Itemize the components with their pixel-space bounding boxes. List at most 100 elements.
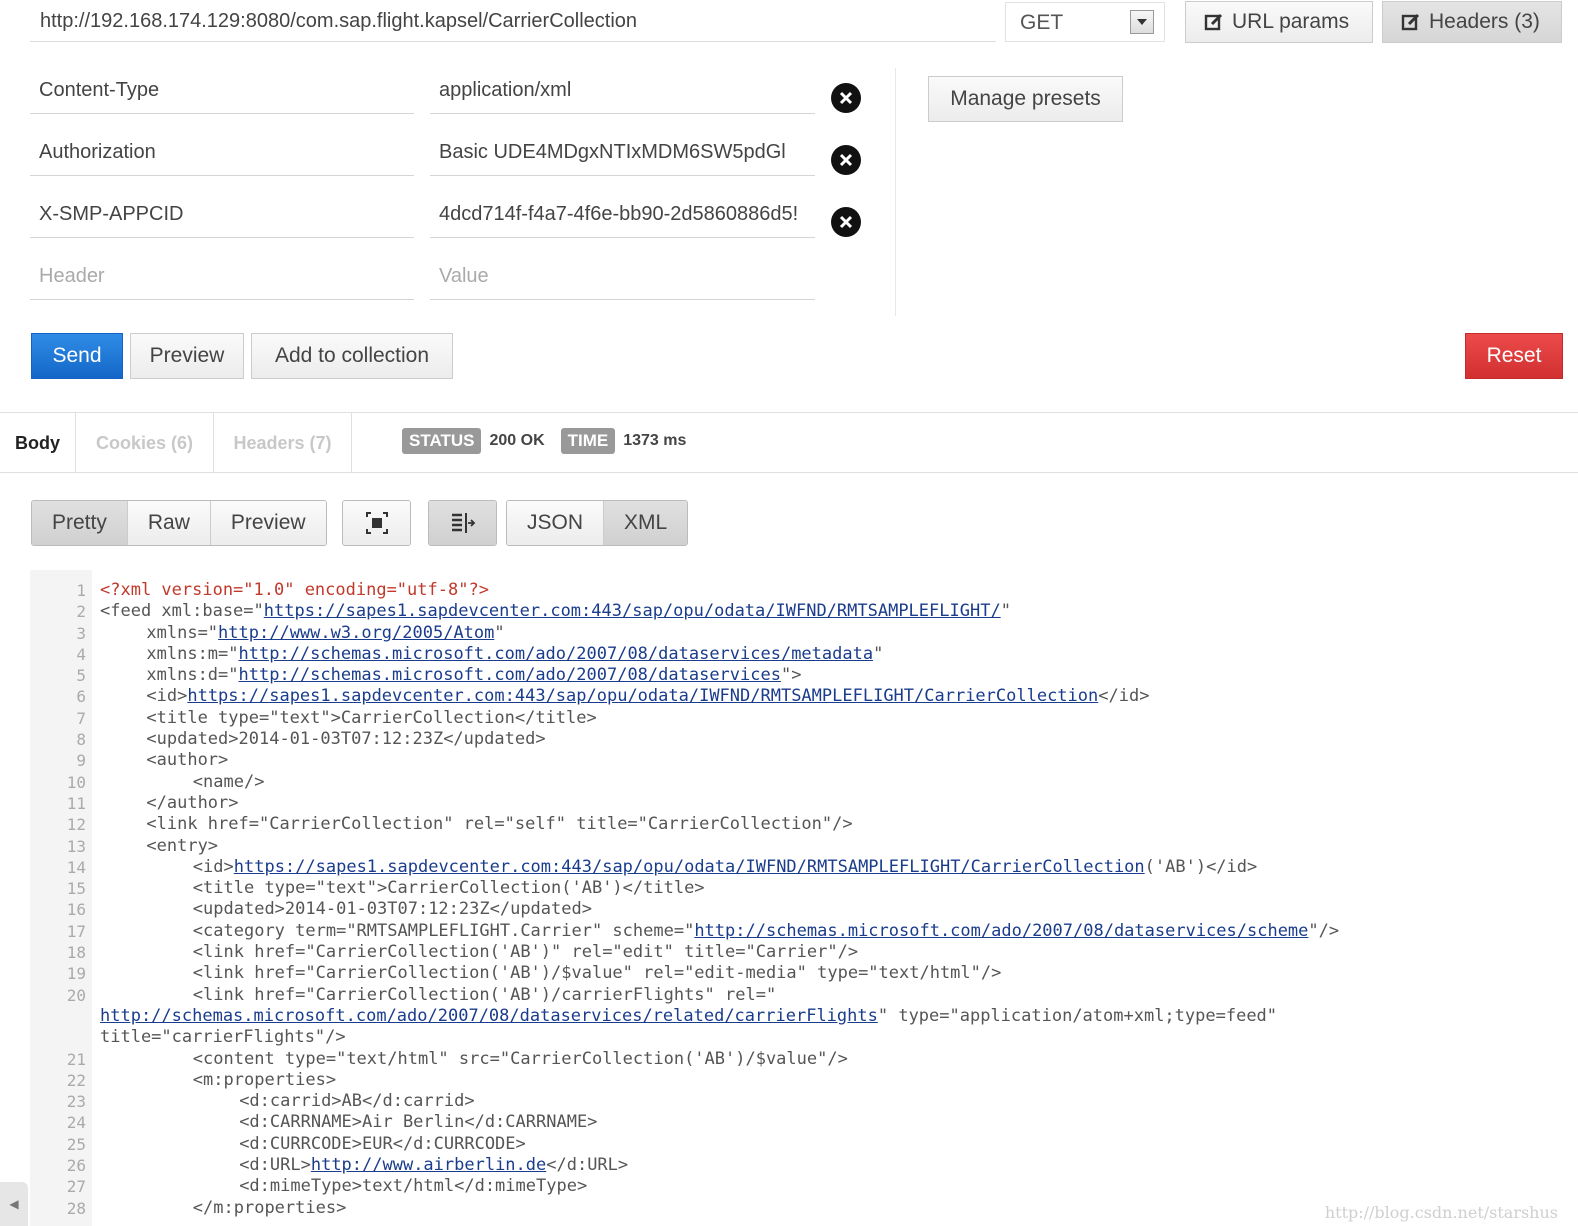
line-number: 16 [66, 900, 86, 920]
edit-icon [1204, 13, 1223, 31]
code-line: 18 <link href="CarrierCollection('AB')" r… [30, 942, 1578, 963]
chevron-down-icon[interactable] [1130, 10, 1154, 34]
method-select[interactable]: GET [1005, 2, 1165, 42]
new-header-value-field[interactable]: Value [430, 254, 815, 300]
line-number: 18 [66, 943, 86, 963]
code-token: <link href="CarrierCollection('AB')/$val… [192, 963, 1002, 984]
json-button[interactable]: JSON [507, 501, 605, 545]
status-value: 200 OK [489, 432, 545, 449]
code-token: <title type="text">CarrierCollection('AB… [192, 878, 705, 899]
code-text: <content type="text/html" src="CarrierCo… [100, 1049, 848, 1070]
scroll-left-button[interactable]: ◀ [0, 1182, 28, 1226]
manage-presets-button[interactable]: Manage presets [928, 76, 1123, 122]
response-code[interactable]: 1 <?xml version="1.0" encoding="utf-8"?> 2… [30, 580, 1578, 1219]
code-link[interactable]: http://schemas.microsoft.com/ado/2007/08… [239, 665, 781, 685]
code-token: <entry> [146, 835, 219, 856]
url-input[interactable] [30, 2, 996, 42]
code-text: title="carrierFlights"/> [100, 1027, 346, 1048]
code-line: 1 <?xml version="1.0" encoding="utf-8"?> [30, 580, 1578, 601]
header-key-field[interactable]: X-SMP-APPCID [30, 192, 414, 238]
chevron-left-icon: ◀ [9, 1197, 19, 1211]
code-link[interactable]: http://schemas.microsoft.com/ado/2007/08… [239, 644, 874, 664]
view-mode-group: Pretty Raw Preview [31, 500, 327, 546]
xml-button[interactable]: XML [604, 501, 688, 545]
code-token: "> [780, 665, 802, 686]
code-line: 8 <updated>2014-01-03T07:12:23Z</updated> [30, 729, 1578, 750]
line-number: 13 [66, 836, 86, 856]
remove-header-button[interactable] [831, 83, 861, 113]
preview-view-button[interactable]: Preview [210, 501, 326, 545]
line-number: 25 [66, 1134, 86, 1154]
header-key-field[interactable]: Content-Type [30, 68, 414, 114]
time-value: 1373 ms [623, 432, 687, 449]
code-text: <d:CURRCODE>EUR</d:CURRCODE> [100, 1134, 526, 1155]
fullscreen-button[interactable] [343, 501, 410, 545]
code-token: <category term="RMTSAMPLEFLIGHT.Carrier"… [192, 920, 695, 941]
code-token: <updated>2014-01-03T07:12:23Z</updated> [146, 729, 546, 750]
tab-body[interactable]: Body [0, 413, 76, 473]
edit-icon [1401, 13, 1420, 31]
code-token: <d:CURRCODE>EUR</d:CURRCODE> [239, 1133, 526, 1154]
code-token: " [494, 622, 505, 643]
line-number: 7 [76, 708, 86, 728]
code-line: 12 <link href="CarrierCollection" rel="se… [30, 814, 1578, 835]
pretty-button[interactable]: Pretty [32, 501, 128, 545]
code-line: 23 <d:carrid>AB</d:carrid> [30, 1091, 1578, 1112]
close-icon [839, 215, 853, 229]
header-value-field[interactable]: application/xml [430, 68, 815, 114]
add-to-collection-button[interactable]: Add to collection [251, 333, 453, 379]
remove-header-button[interactable] [831, 207, 861, 237]
code-link[interactable]: http://schemas.microsoft.com/ado/2007/08… [694, 921, 1308, 941]
code-token: <content type="text/html" src="CarrierCo… [192, 1048, 848, 1069]
send-button[interactable]: Send [31, 333, 123, 379]
header-key-field[interactable]: Authorization [30, 130, 414, 176]
code-line: 22 <m:properties> [30, 1070, 1578, 1091]
code-text: <link href="CarrierCollection('AB')/$val… [100, 963, 1002, 984]
line-number: 23 [66, 1092, 86, 1112]
code-link[interactable]: http://www.w3.org/2005/Atom [218, 623, 494, 643]
reset-button[interactable]: Reset [1465, 333, 1563, 379]
url-params-button[interactable]: URL params [1185, 1, 1373, 43]
line-number: 26 [66, 1156, 86, 1176]
code-text: <d:CARRNAME>Air Berlin</d:CARRNAME> [100, 1112, 597, 1133]
code-text: <d:mimeType>text/html</d:mimeType> [100, 1176, 587, 1197]
preview-button[interactable]: Preview [130, 333, 244, 379]
code-link[interactable]: http://www.airberlin.de [311, 1155, 546, 1175]
code-line: 10 <name/> [30, 772, 1578, 793]
code-token: "/> [1308, 920, 1340, 941]
remove-header-button[interactable] [831, 145, 861, 175]
code-line: 3 xmlns="http://www.w3.org/2005/Atom" [30, 623, 1578, 644]
code-text: <link href="CarrierCollection('AB')" rel… [100, 942, 858, 963]
code-line: 25 <d:CURRCODE>EUR</d:CURRCODE> [30, 1134, 1578, 1155]
header-value-field[interactable]: Basic UDE4MDgxNTIxMDM6SW5pdGl [430, 130, 815, 176]
code-text: </m:properties> [100, 1198, 347, 1219]
code-token: <d:mimeType>text/html</d:mimeType> [239, 1176, 588, 1197]
code-line: 4 xmlns:m="http://schemas.microsoft.com/a… [30, 644, 1578, 665]
code-text: <link href="CarrierCollection('AB')/carr… [100, 985, 776, 1006]
code-link[interactable]: https://sapes1.sapdevcenter.com:443/sap/… [187, 686, 1098, 706]
method-value: GET [1020, 11, 1064, 34]
code-token: <author> [146, 750, 229, 771]
code-text: <m:properties> [100, 1070, 336, 1091]
tab-cookies[interactable]: Cookies (6) [76, 413, 214, 473]
code-token: <link href="CarrierCollection('AB')/carr… [192, 984, 777, 1005]
header-value-field[interactable]: 4dcd714f-f4a7-4f6e-bb90-2d5860886d5! [430, 192, 815, 238]
code-text: </author> [100, 793, 238, 814]
wrap-lines-button[interactable] [429, 501, 496, 545]
code-link[interactable]: https://sapes1.sapdevcenter.com:443/sap/… [234, 857, 1145, 877]
code-text: <category term="RMTSAMPLEFLIGHT.Carrier"… [100, 921, 1339, 942]
code-text: <updated>2014-01-03T07:12:23Z</updated> [100, 899, 592, 920]
divider [895, 68, 896, 316]
line-number: 21 [66, 1049, 86, 1069]
tab-headers[interactable]: Headers (7) [214, 413, 352, 473]
code-link[interactable]: http://schemas.microsoft.com/ado/2007/08… [100, 1006, 878, 1026]
code-link[interactable]: https://sapes1.sapdevcenter.com:443/sap/… [264, 601, 1001, 621]
raw-button[interactable]: Raw [127, 501, 211, 545]
new-header-key-field[interactable]: Header [30, 254, 414, 300]
code-token: </id> [1098, 686, 1150, 707]
watermark: http://blog.csdn.net/starshus [1324, 1203, 1558, 1222]
code-text: xmlns="http://www.w3.org/2005/Atom" [100, 622, 505, 644]
headers-button[interactable]: Headers (3) [1382, 1, 1562, 43]
line-number: 4 [76, 644, 86, 664]
code-token: <title type="text">CarrierCollection</ti… [146, 707, 597, 728]
